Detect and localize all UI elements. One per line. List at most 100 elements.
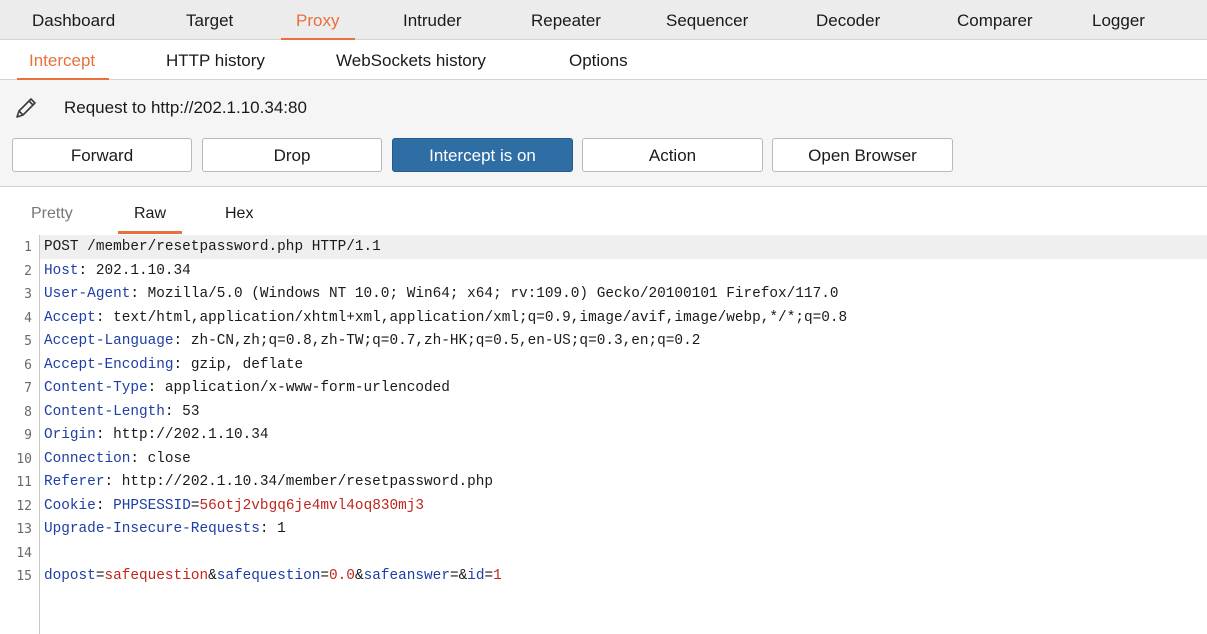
request-line[interactable]: POST /member/resetpassword.php HTTP/1.1 [44,236,381,260]
pencil-icon[interactable] [13,95,39,121]
subtab-intercept[interactable]: Intercept [16,40,110,81]
request-line[interactable]: Accept-Encoding: gzip, deflate [44,354,303,378]
request-line[interactable]: Referer: http://202.1.10.34/member/reset… [44,471,493,495]
param-name: safeanswer [363,568,450,584]
header-separator: : [173,356,183,373]
view-tab-hex[interactable]: Hex [225,195,253,231]
line-number: 1 [24,240,32,255]
view-tab-raw[interactable]: Raw [117,195,183,234]
line-number: 10 [16,451,32,467]
header-name: Origin [44,427,96,443]
param-name: dopost [44,568,96,584]
param-equals: = [449,568,459,584]
header-name: Accept-Encoding [44,356,174,373]
header-name: User-Agent [44,286,131,302]
tab-comparer[interactable]: Comparer [957,0,1033,40]
line-number: 11 [16,475,32,490]
param-separator: & [458,568,468,584]
request-line[interactable]: Accept-Language: zh-CN,zh;q=0.8,zh-TW;q=… [44,330,700,354]
intercept-toolbar: Request to http://202.1.10.34:80 Forward… [0,80,1207,187]
header-value: Mozilla/5.0 (Windows NT 10.0; Win64; x64… [139,286,839,302]
header-separator: : [95,497,114,514]
subtab-options[interactable]: Options [569,40,628,80]
param-equals: = [484,568,494,584]
line-number: 14 [16,545,32,561]
open-browser-button[interactable]: Open Browser [772,138,953,172]
subtab-websockets-history[interactable]: WebSockets history [336,40,486,80]
header-value: text/html,application/xhtml+xml,applicat… [104,309,848,326]
header-name: Accept [44,309,96,326]
tab-dashboard[interactable]: Dashboard [32,0,115,40]
param-name: id [467,568,485,584]
header-name: Connection [44,450,131,467]
header-separator: : [78,262,88,279]
request-line[interactable]: Host: 202.1.10.34 [44,260,191,284]
tab-decoder[interactable]: Decoder [816,0,880,40]
line-number: 9 [24,428,32,443]
header-separator: : [104,474,114,490]
message-view-tabs: Pretty Raw Hex [0,187,1207,234]
request-line[interactable]: Cookie: PHPSESSID=56otj2vbgq6je4mvl4oq83… [44,495,424,519]
header-separator: : [130,450,139,467]
param-name: safequestion [216,568,321,584]
header-separator: : [259,521,269,537]
param-separator: & [354,568,364,584]
param-value: safequestion [104,568,209,584]
line-number: 6 [24,357,32,373]
request-line[interactable]: dopost=safequestion&safequestion=0.0&saf… [44,565,502,589]
header-value: zh-CN,zh;q=0.8,zh-TW;q=0.7,zh-HK;q=0.5,e… [182,333,701,349]
param-value: 1 [493,568,502,584]
header-name: Content-Length [44,403,165,420]
header-value: 202.1.10.34 [87,262,191,279]
line-number: 15 [16,569,32,584]
tab-proxy[interactable]: Proxy [280,0,357,41]
param-equals: = [320,568,330,584]
request-line[interactable]: Accept: text/html,application/xhtml+xml,… [44,307,847,331]
request-line[interactable]: Upgrade-Insecure-Requests: 1 [44,518,286,542]
line-number: 8 [24,404,32,420]
header-name: Referer [44,474,105,490]
line-number: 2 [24,263,32,279]
request-target-label: Request to http://202.1.10.34:80 [64,98,307,117]
param-value: 0.0 [329,568,355,584]
header-separator: : [164,403,174,420]
line-number: 3 [24,287,32,302]
tab-sequencer[interactable]: Sequencer [666,0,748,40]
header-value: http://202.1.10.34 [104,427,269,443]
request-line[interactable]: User-Agent: Mozilla/5.0 (Windows NT 10.0… [44,283,839,307]
header-name: Accept-Language [44,333,174,349]
header-value: close [139,450,191,467]
request-editor[interactable]: 1 2 3 4 5 6 7 8 9 10 11 12 13 14 15 POST /member/reset… [0,235,1207,634]
cookie-name: PHPSESSID [113,497,191,514]
header-name: Content-Type [44,380,148,396]
forward-button[interactable]: Forward [12,138,192,172]
action-button[interactable]: Action [582,138,763,172]
header-separator: : [147,380,157,396]
request-line-text: POST /member/resetpassword.php HTTP/1.1 [44,239,381,255]
cookie-value: 56otj2vbgq6je4mvl4oq830mj3 [199,497,425,514]
request-line[interactable]: Content-Type: application/x-www-form-url… [44,377,450,401]
line-number-gutter: 1 2 3 4 5 6 7 8 9 10 11 12 13 14 15 [0,235,40,634]
header-name: Cookie [44,497,96,514]
line-number: 4 [24,310,32,326]
tab-target[interactable]: Target [186,0,233,40]
line-number: 13 [16,522,32,537]
drop-button[interactable]: Drop [202,138,382,172]
request-line[interactable]: Content-Length: 53 [44,401,199,425]
tab-repeater[interactable]: Repeater [531,0,601,40]
subtab-http-history[interactable]: HTTP history [166,40,265,80]
tab-logger[interactable]: Logger [1092,0,1145,40]
proxy-sub-tab-bar: Intercept HTTP history WebSockets histor… [0,40,1207,81]
header-separator: : [130,286,139,302]
header-value: gzip, deflate [182,356,304,373]
header-value: 53 [173,403,200,420]
request-line[interactable]: Connection: close [44,448,191,472]
intercept-toggle-button[interactable]: Intercept is on [392,138,573,172]
tab-intruder[interactable]: Intruder [403,0,462,40]
header-name: Host [44,262,79,279]
header-value: 1 [268,521,286,537]
header-value: application/x-www-form-urlencoded [156,380,450,396]
header-name: Upgrade-Insecure-Requests [44,521,260,537]
request-line[interactable]: Origin: http://202.1.10.34 [44,424,269,448]
view-tab-pretty[interactable]: Pretty [31,195,73,231]
